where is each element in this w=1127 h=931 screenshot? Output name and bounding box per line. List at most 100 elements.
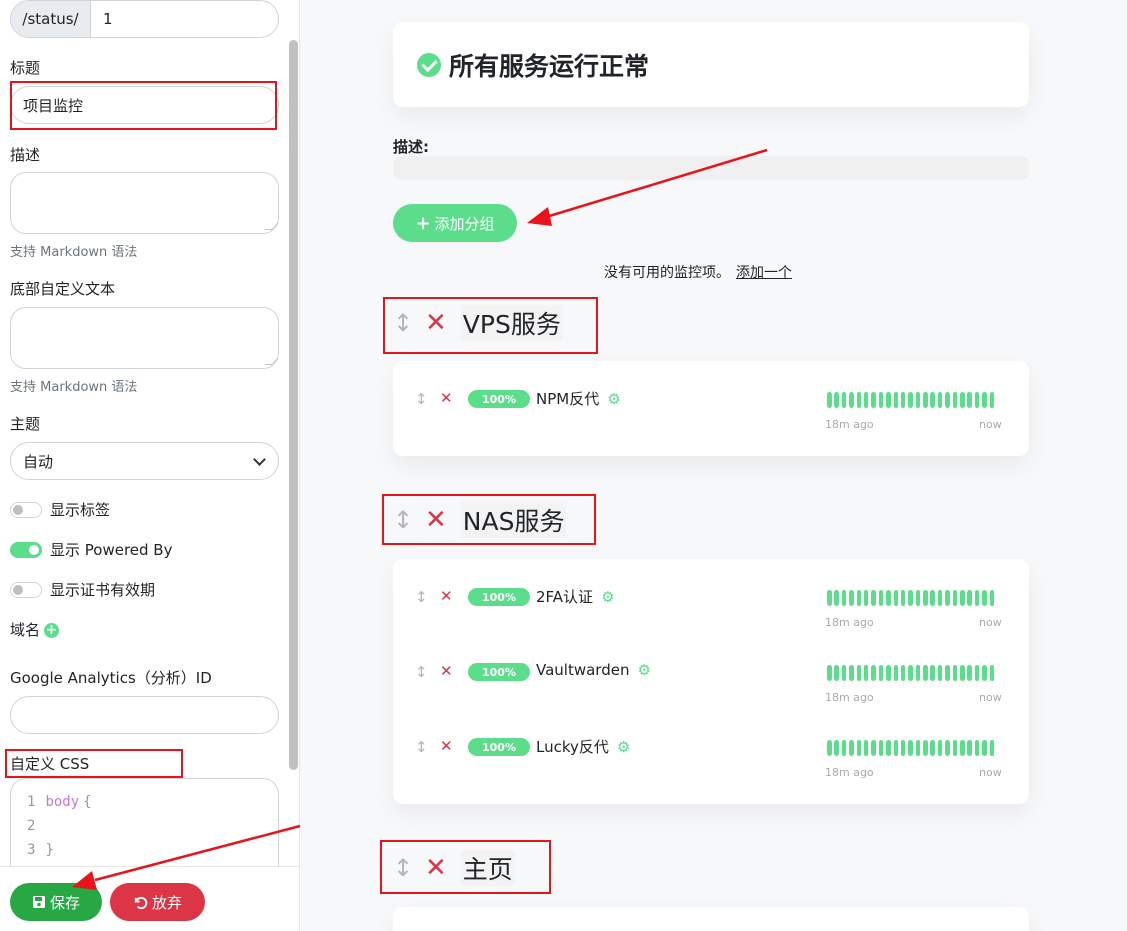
ga-input[interactable] xyxy=(10,696,279,734)
heartbeat-beat xyxy=(827,590,832,606)
heartbeat-beat xyxy=(930,590,935,606)
remove-monitor-icon[interactable]: ✕ xyxy=(440,662,453,680)
heartbeat-beat xyxy=(878,665,884,681)
theme-select[interactable]: 自动 xyxy=(10,442,279,480)
heartbeat-beat xyxy=(989,392,995,408)
uptime-badge: 100% xyxy=(468,390,530,408)
uptime-badge: 100% xyxy=(468,663,530,681)
heartbeat-beat xyxy=(915,665,921,681)
heartbeat-beat xyxy=(849,590,854,606)
gear-icon[interactable]: ⚙ xyxy=(617,738,630,756)
description-editable[interactable] xyxy=(393,156,1029,180)
drag-handle-icon[interactable]: ↕ xyxy=(415,588,428,606)
add-domain-plus-icon[interactable]: + xyxy=(44,623,60,638)
add-monitor-link[interactable]: 添加一个 xyxy=(736,265,792,281)
monitor-row: ↕ ✕ 100% Vaultwarden ⚙ 18m ago now xyxy=(415,659,1005,734)
domain-label: 域名 xyxy=(10,621,41,639)
heartbeat-beat xyxy=(849,740,854,756)
discard-button[interactable]: 放弃 xyxy=(110,883,205,921)
heartbeat-beat xyxy=(834,665,839,681)
heartbeat-bar xyxy=(827,590,997,606)
heartbeat-beat xyxy=(908,740,913,756)
drag-handle-icon[interactable]: ↕ xyxy=(415,663,428,681)
heartbeat-beat xyxy=(900,740,906,756)
heartbeat-beat xyxy=(960,740,965,756)
description-heading: 描述: xyxy=(393,138,429,156)
heartbeat-beat xyxy=(930,665,935,681)
sidebar-scrollbar[interactable] xyxy=(289,40,298,770)
gear-icon[interactable]: ⚙ xyxy=(637,661,650,679)
toggle-cert-expiry[interactable]: 显示证书有效期 xyxy=(10,579,155,600)
toggle-powered-by[interactable]: 显示 Powered By xyxy=(10,539,172,560)
heartbeat-beat xyxy=(827,740,832,756)
heartbeat-beat xyxy=(863,740,869,756)
css-editor[interactable]: 1 body{ 2 3} xyxy=(10,778,279,868)
save-icon xyxy=(32,896,45,908)
heartbeat-beat xyxy=(960,392,965,408)
remove-monitor-icon[interactable]: ✕ xyxy=(440,389,453,407)
heartbeat-beat xyxy=(871,740,876,756)
drag-handle-icon[interactable]: ↕ xyxy=(415,738,428,756)
gear-icon[interactable]: ⚙ xyxy=(607,390,620,408)
heartbeat-beat xyxy=(908,392,913,408)
description-textarea[interactable] xyxy=(10,172,279,234)
monitor-name-row: NPM反代 ⚙ xyxy=(536,388,621,409)
heartbeat-beat xyxy=(893,590,899,606)
heartbeat-beat xyxy=(960,665,965,681)
heartbeat-beat xyxy=(982,740,987,756)
heartbeat-beat xyxy=(952,665,958,681)
status-page-preview: 所有服务运行正常 描述: + 添加分组 没有可用的监控项。 添加一个 ↕ ✕ VP… xyxy=(300,0,1127,931)
remove-monitor-icon[interactable]: ✕ xyxy=(440,737,453,755)
heartbeat-beat xyxy=(915,590,921,606)
heartbeat-beat xyxy=(886,590,891,606)
check-circle-icon xyxy=(417,52,441,77)
footer-text-textarea[interactable] xyxy=(10,307,279,369)
heartbeat-beat xyxy=(989,590,995,606)
heartbeat-beat xyxy=(878,590,884,606)
heartbeat-beat xyxy=(937,392,943,408)
heartbeat-beat xyxy=(878,740,884,756)
save-button[interactable]: 保存 xyxy=(10,883,102,921)
heartbeat-beat xyxy=(945,740,950,756)
heartbeat-beat xyxy=(989,740,995,756)
monitor-row: ↕ ✕ 100% NPM反代 ⚙ 18m ago now xyxy=(415,386,1005,461)
monitor-name: Vaultwarden xyxy=(536,661,630,679)
toggle-show-tags[interactable]: 显示标签 xyxy=(10,499,110,520)
resize-handle-icon[interactable] xyxy=(264,358,279,365)
heartbeat-beat xyxy=(871,392,876,408)
heartbeat-beat xyxy=(930,740,935,756)
heartbeat-beat xyxy=(827,392,832,408)
no-monitors-text: 没有可用的监控项。 xyxy=(604,265,730,281)
switch-powered-by[interactable] xyxy=(10,541,42,558)
heartbeat-beat xyxy=(952,740,958,756)
heartbeat-beat xyxy=(834,590,839,606)
heartbeat-beat xyxy=(937,665,943,681)
resize-handle-icon[interactable] xyxy=(264,223,279,230)
switch-show-tags[interactable] xyxy=(10,501,42,518)
add-group-button[interactable]: + 添加分组 xyxy=(393,204,517,242)
drag-handle-icon[interactable]: ↕ xyxy=(415,390,428,408)
heartbeat-beat xyxy=(827,665,832,681)
uptime-badge: 100% xyxy=(468,738,530,756)
heartbeat-beat xyxy=(982,590,987,606)
heartbeat-beat xyxy=(878,392,884,408)
discard-label: 放弃 xyxy=(151,893,182,912)
slug-input[interactable]: 1 xyxy=(91,1,278,37)
no-monitors-message: 没有可用的监控项。 添加一个 xyxy=(604,262,792,282)
heartbeat-beat xyxy=(937,590,943,606)
code-line: 1 body{ xyxy=(27,794,92,810)
remove-monitor-icon[interactable]: ✕ xyxy=(440,587,453,605)
monitor-name-row: 2FA认证 ⚙ xyxy=(536,586,615,607)
heartbeat-bar xyxy=(827,392,997,408)
annotation-box-group3 xyxy=(380,840,551,894)
switch-cert-expiry[interactable] xyxy=(10,581,42,598)
time-end: now xyxy=(979,418,1002,431)
toggle-label: 显示证书有效期 xyxy=(50,581,156,599)
heartbeat-beat xyxy=(834,392,839,408)
heartbeat-beat xyxy=(834,740,839,756)
heartbeat-beat xyxy=(923,665,928,681)
markdown-hint: 支持 Markdown 语法 xyxy=(10,245,138,260)
heartbeat-beat xyxy=(989,665,995,681)
theme-select-value: 自动 xyxy=(23,452,54,471)
gear-icon[interactable]: ⚙ xyxy=(601,588,614,606)
